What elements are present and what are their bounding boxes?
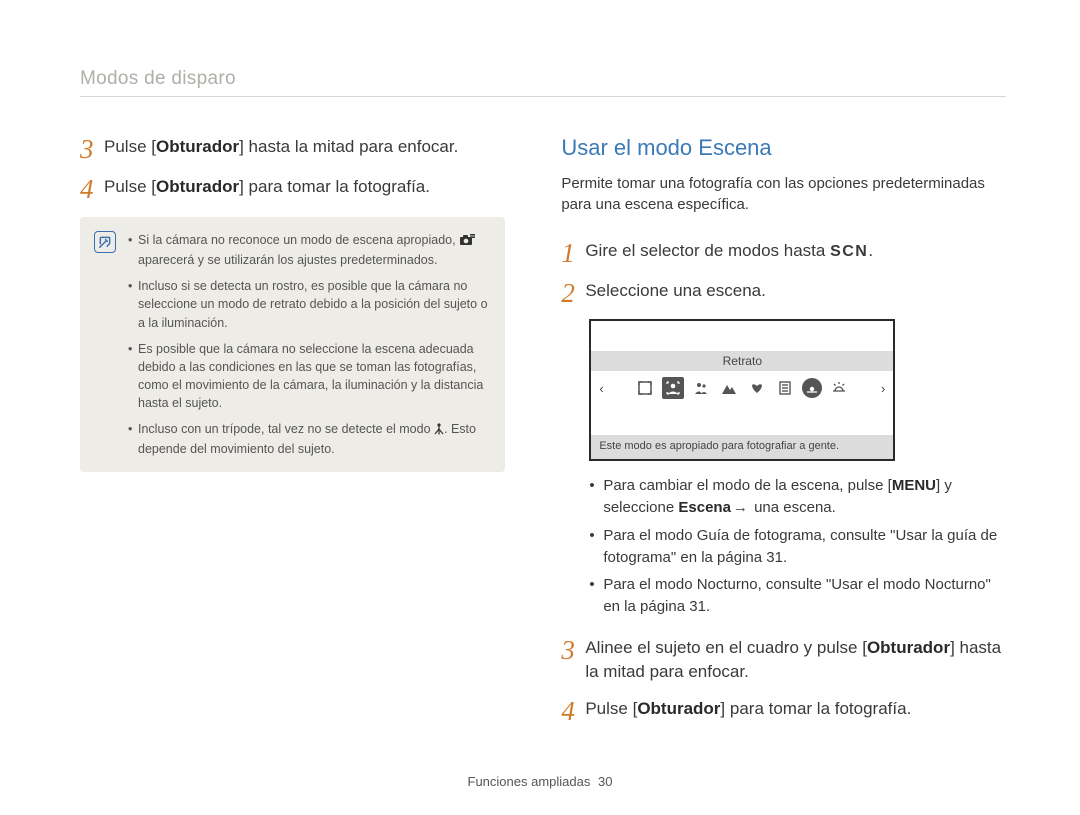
bold-fragment: Obturador xyxy=(156,177,239,196)
sub-item: Para el modo Nocturno, consulte "Usar el… xyxy=(589,574,1006,618)
text-fragment: Pulse [ xyxy=(104,137,156,156)
children-icon xyxy=(690,377,712,399)
sunset-icon xyxy=(802,378,822,398)
screen-blank-top xyxy=(591,321,893,351)
step-text: Pulse [Obturador] hasta la mitad para en… xyxy=(104,135,505,160)
text-fragment: Incluso con un trípode, tal vez no se de… xyxy=(138,422,434,436)
step-number: 3 xyxy=(561,636,585,664)
columns: 3 Pulse [Obturador] hasta la mitad para … xyxy=(80,135,1006,737)
text-fragment: Si la cámara no reconoce un modo de esce… xyxy=(138,233,459,247)
camera-screen-mock: Retrato ‹ › Este mo xyxy=(589,319,895,461)
page-number: 30 xyxy=(598,774,612,789)
step-number: 2 xyxy=(561,279,585,307)
step-number: 1 xyxy=(561,239,585,267)
page-header: Modos de disparo xyxy=(80,68,1006,90)
section-title: Usar el modo Escena xyxy=(561,135,1006,161)
step-text: Seleccione una escena. xyxy=(585,279,1006,304)
frame-guide-icon xyxy=(634,377,656,399)
step-4-right: 4 Pulse [Obturador] para tomar la fotogr… xyxy=(561,697,1006,725)
smart-auto-icon: SMART xyxy=(459,233,475,251)
chevron-left-icon: ‹ xyxy=(597,381,605,396)
text-fragment: Alinee el sujeto en el cuadro y pulse [ xyxy=(585,638,867,657)
sub-item: Para cambiar el modo de la escena, pulse… xyxy=(589,475,1006,519)
text-fragment: Para cambiar el modo de la escena, pulse… xyxy=(603,477,892,494)
mode-dial-scn-icon: SCN xyxy=(830,243,868,260)
text-icon xyxy=(774,377,796,399)
step-text: Pulse [Obturador] para tomar la fotograf… xyxy=(104,175,505,200)
bold-fragment: Obturador xyxy=(867,638,950,657)
info-item: Es posible que la cámara no seleccione l… xyxy=(128,340,489,413)
info-item: Incluso si se detecta un rostro, es posi… xyxy=(128,277,489,331)
text-fragment: Gire el selector de modos hasta xyxy=(585,241,830,260)
step-4-left: 4 Pulse [Obturador] para tomar la fotogr… xyxy=(80,175,505,203)
portrait-icon xyxy=(662,377,684,399)
landscape-icon xyxy=(718,377,740,399)
footer-section: Funciones ampliadas xyxy=(468,774,591,789)
manual-page: Modos de disparo 3 Pulse [Obturador] has… xyxy=(0,0,1080,815)
text-fragment: Pulse [ xyxy=(585,699,637,718)
text-fragment: ] hasta la mitad para enfocar. xyxy=(239,137,458,156)
scene-icon-strip: ‹ › xyxy=(591,371,893,405)
page-footer: Funciones ampliadas 30 xyxy=(0,774,1080,789)
tripod-icon xyxy=(434,422,444,440)
right-column: Usar el modo Escena Permite tomar una fo… xyxy=(561,135,1006,737)
step-text: Alinee el sujeto en el cuadro y pulse [O… xyxy=(585,636,1006,685)
text-fragment: ] para tomar la fotografía. xyxy=(720,699,911,718)
screen-blank-mid xyxy=(591,405,893,435)
step-number: 4 xyxy=(80,175,104,203)
info-item: Si la cámara no reconoce un modo de esce… xyxy=(128,231,489,269)
step-number: 4 xyxy=(561,697,585,725)
arrow-right-icon: → xyxy=(733,497,748,519)
section-intro: Permite tomar una fotografía con las opc… xyxy=(561,173,1006,215)
breadcrumb: Modos de disparo xyxy=(80,68,236,89)
step-text: Gire el selector de modos hasta SCN. xyxy=(585,239,1006,264)
bold-fragment: MENU xyxy=(892,477,936,494)
scene-selected-label: Retrato xyxy=(591,351,893,371)
bold-fragment: Obturador xyxy=(637,699,720,718)
text-fragment: una escena. xyxy=(750,499,836,516)
step-text: Pulse [Obturador] para tomar la fotograf… xyxy=(585,697,1006,722)
note-icon xyxy=(94,231,116,253)
header-divider xyxy=(80,96,1006,97)
step-3-right: 3 Alinee el sujeto en el cuadro y pulse … xyxy=(561,636,1006,685)
step-number: 3 xyxy=(80,135,104,163)
sub-item: Para el modo Guía de fotograma, consulte… xyxy=(589,525,1006,569)
left-column: 3 Pulse [Obturador] hasta la mitad para … xyxy=(80,135,505,737)
text-fragment: . xyxy=(868,241,873,260)
text-fragment: ] para tomar la fotografía. xyxy=(239,177,430,196)
sub-bullet-list: Para cambiar el modo de la escena, pulse… xyxy=(589,475,1006,618)
closeup-icon xyxy=(746,377,768,399)
info-list: Si la cámara no reconoce un modo de esce… xyxy=(128,231,489,458)
scene-icon-row xyxy=(634,377,850,399)
bold-fragment: Escena xyxy=(678,499,731,516)
bold-fragment: Obturador xyxy=(156,137,239,156)
chevron-right-icon: › xyxy=(879,381,887,396)
info-box: Si la cámara no reconoce un modo de esce… xyxy=(80,217,505,472)
text-fragment: Pulse [ xyxy=(104,177,156,196)
step-2-right: 2 Seleccione una escena. xyxy=(561,279,1006,307)
text-fragment: aparecerá y se utilizarán los ajustes pr… xyxy=(138,253,437,267)
info-item: Incluso con un trípode, tal vez no se de… xyxy=(128,420,489,458)
svg-text:SMART: SMART xyxy=(468,234,475,238)
step-3-left: 3 Pulse [Obturador] hasta la mitad para … xyxy=(80,135,505,163)
dawn-icon xyxy=(828,377,850,399)
step-1-right: 1 Gire el selector de modos hasta SCN. xyxy=(561,239,1006,267)
scene-description: Este modo es apropiado para fotografiar … xyxy=(591,435,893,459)
